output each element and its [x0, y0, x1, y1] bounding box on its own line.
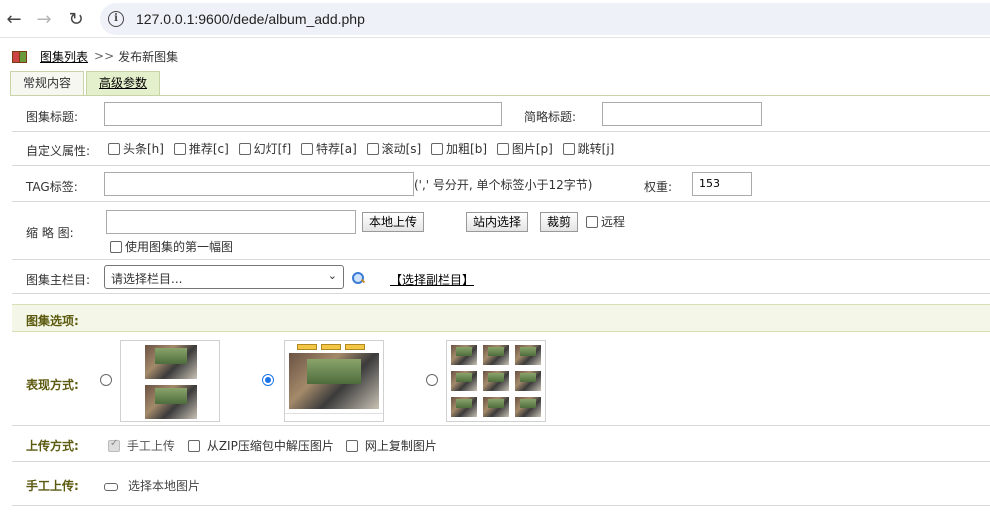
- thumb-input[interactable]: [106, 210, 356, 234]
- attr-checkbox-group: 头条[h] 推荐[c] 幻灯[f] 特荐[a] 滚动[s] 加粗[b] 图片[p…: [108, 140, 620, 157]
- search-icon[interactable]: [352, 272, 364, 284]
- breadcrumb-current: 发布新图集: [118, 49, 179, 64]
- row-title: 图集标题: 简略标题:: [12, 96, 990, 132]
- attr-recommend[interactable]: 推荐[c]: [173, 142, 229, 156]
- local-upload-button[interactable]: 本地上传: [362, 212, 425, 232]
- attr-special[interactable]: 特荐[a]: [301, 142, 357, 156]
- tag-hint: (',' 号分开, 单个标签小于12字节): [414, 178, 593, 192]
- row-display-mode: 表现方式:: [12, 334, 990, 426]
- row-thumbnail: 缩 略 图: 本地上传 站内选择 裁剪 远程 使用图集的第一幅图: [12, 202, 990, 260]
- breadcrumb-link-album-list[interactable]: 图集列表: [40, 48, 88, 65]
- book-icon: [12, 50, 27, 63]
- page-content: 图集列表 >> 发布新图集 常规内容 高级参数 图集标题: 简略标题: 自定义属…: [0, 38, 990, 531]
- tab-normal-content[interactable]: 常规内容: [10, 71, 85, 95]
- row-upload-method: 上传方式: 手工上传 从ZIP压缩包中解压图片 网上复制图片: [12, 426, 990, 462]
- site-info-icon[interactable]: i: [108, 11, 124, 27]
- short-title-label: 简略标题:: [524, 110, 577, 124]
- choose-local-images-button[interactable]: 选择本地图片: [104, 477, 200, 494]
- upload-web-copy-checkbox[interactable]: 网上复制图片: [346, 437, 437, 454]
- display-radio-2[interactable]: [262, 374, 274, 386]
- tab-advanced-params[interactable]: 高级参数: [86, 71, 161, 95]
- display-radio-3[interactable]: [426, 374, 438, 386]
- browser-toolbar: ← → ↻ i 127.0.0.1:9600/dede/album_add.ph…: [0, 0, 990, 38]
- column-select[interactable]: 请选择栏目... ⌄: [104, 265, 344, 289]
- url-text[interactable]: 127.0.0.1:9600/dede/album_add.php: [136, 11, 365, 27]
- display-label: 表现方式:: [26, 378, 79, 392]
- upload-manual-checkbox[interactable]: 手工上传: [108, 437, 175, 454]
- crop-button[interactable]: 裁剪: [540, 212, 579, 232]
- thumb-label: 缩 略 图:: [26, 226, 74, 240]
- address-bar[interactable]: i 127.0.0.1:9600/dede/album_add.php: [100, 3, 990, 35]
- display-thumb-slideshow: [284, 340, 384, 422]
- drive-icon: [104, 483, 118, 491]
- column-label: 图集主栏目:: [26, 273, 91, 287]
- attr-picture[interactable]: 图片[p]: [496, 142, 553, 156]
- tag-label: TAG标签:: [26, 180, 78, 194]
- weight-input[interactable]: 153: [692, 172, 752, 196]
- select-sub-column-link[interactable]: 【选择副栏目】: [390, 271, 474, 288]
- site-select-button[interactable]: 站内选择: [466, 212, 529, 232]
- row-manual-upload: 手工上传: 选择本地图片: [12, 462, 990, 506]
- breadcrumb-separator: >>: [94, 49, 115, 63]
- attr-headline[interactable]: 头条[h]: [108, 142, 164, 156]
- attr-bold[interactable]: 加粗[b]: [431, 142, 487, 156]
- row-attributes: 自定义属性: 头条[h] 推荐[c] 幻灯[f] 特荐[a] 滚动[s] 加粗[…: [12, 132, 990, 166]
- use-first-image-checkbox[interactable]: 使用图集的第一幅图: [110, 238, 233, 255]
- title-label: 图集标题:: [26, 110, 79, 124]
- tag-input[interactable]: [104, 172, 414, 196]
- title-input[interactable]: [104, 102, 502, 126]
- weight-label: 权重:: [644, 180, 673, 194]
- back-icon[interactable]: ←: [2, 7, 26, 31]
- breadcrumb: 图集列表 >> 发布新图集: [12, 48, 178, 64]
- album-options-header: 图集选项:: [12, 304, 990, 332]
- short-title-input[interactable]: [602, 102, 762, 126]
- upload-zip-checkbox[interactable]: 从ZIP压缩包中解压图片: [188, 437, 334, 454]
- upload-label: 上传方式:: [26, 439, 79, 453]
- reload-icon[interactable]: ↻: [64, 7, 88, 31]
- attr-jump[interactable]: 跳转[j]: [562, 142, 614, 156]
- manual-upload-label: 手工上传:: [26, 479, 79, 493]
- display-thumb-two-rows: [120, 340, 220, 422]
- remote-checkbox[interactable]: 远程: [586, 213, 625, 230]
- tab-bar: 常规内容 高级参数: [10, 71, 162, 95]
- attr-label: 自定义属性:: [26, 144, 91, 158]
- forward-icon[interactable]: →: [32, 7, 56, 31]
- display-thumb-grid: [446, 340, 546, 422]
- row-tags: TAG标签: (',' 号分开, 单个标签小于12字节) 权重: 153: [12, 166, 990, 202]
- attr-scroll[interactable]: 滚动[s]: [366, 142, 421, 156]
- row-column: 图集主栏目: 请选择栏目... ⌄ 【选择副栏目】: [12, 260, 990, 294]
- display-radio-1[interactable]: [100, 374, 112, 386]
- options-header-label: 图集选项:: [26, 314, 79, 328]
- chevron-down-icon: ⌄: [327, 269, 337, 282]
- attr-slide[interactable]: 幻灯[f]: [238, 142, 291, 156]
